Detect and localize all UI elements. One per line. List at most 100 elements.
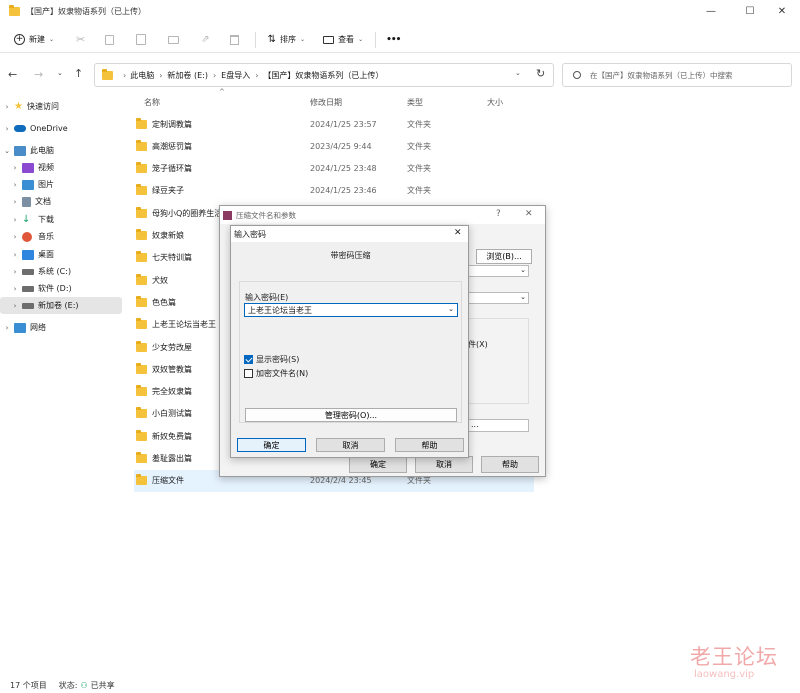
paste-icon[interactable]	[136, 34, 147, 45]
archive-cancel-button[interactable]: 取消	[415, 456, 473, 473]
column-size[interactable]: 大小	[487, 97, 547, 108]
folder-icon	[136, 139, 147, 151]
archive-name-combo[interactable]: ⌄	[468, 265, 529, 277]
forward-arrow-icon[interactable]: →	[34, 68, 43, 81]
navigation-row: ← → ⌄ ↑ › 此电脑 › 新加卷 (E:) › E盘导入 › 【国产】奴隶…	[0, 62, 800, 88]
encrypt-names-checkbox[interactable]: 加密文件名(N)	[244, 368, 308, 379]
expand-arrow-icon[interactable]: ›	[8, 268, 22, 276]
refresh-icon[interactable]: ↻	[536, 67, 545, 80]
minimize-button[interactable]: —	[689, 0, 733, 22]
password-help-button[interactable]: 帮助	[395, 438, 464, 452]
dots-field[interactable]: ...	[468, 419, 529, 432]
archive-help-button[interactable]: 帮助	[481, 456, 539, 473]
expand-arrow-icon[interactable]: ›	[8, 181, 22, 189]
sidebar-item-label: 下载	[38, 215, 54, 224]
manage-passwords-button[interactable]: 管理密码(O)...	[245, 408, 457, 422]
collapse-arrow-icon[interactable]: ⌄	[0, 147, 14, 155]
sidebar-item-downloads[interactable]: › ↓ 下载	[0, 211, 122, 228]
download-icon: ↓	[22, 214, 31, 225]
sort-icon: ⇅	[267, 34, 277, 45]
expand-arrow-icon[interactable]: ›	[8, 216, 22, 224]
sidebar-item-drive-d[interactable]: › 软件 (D:)	[0, 280, 122, 297]
address-dropdown-icon[interactable]: ⌄	[515, 69, 521, 77]
expand-arrow-icon[interactable]: ›	[8, 285, 22, 293]
folder-icon	[136, 295, 147, 307]
file-row[interactable]: 绿豆夹子 2024/1/25 23:46 文件夹	[134, 180, 534, 202]
password-cancel-button[interactable]: 取消	[316, 438, 385, 452]
breadcrumb-import[interactable]: E盘导入	[221, 70, 250, 81]
sidebar-item-drive-c[interactable]: › 系统 (C:)	[0, 263, 122, 280]
search-box[interactable]: 在【国产】奴隶物语系列（已上传）中搜索	[562, 63, 792, 87]
folder-icon	[136, 229, 147, 240]
sidebar-item-music[interactable]: › 音乐	[0, 228, 122, 245]
breadcrumb-drive-e[interactable]: 新加卷 (E:)	[167, 70, 208, 81]
sidebar-item-onedrive[interactable]: › OneDrive	[0, 120, 122, 137]
file-row[interactable]: 笼子循环篇 2024/1/25 23:48 文件夹	[134, 158, 534, 180]
back-arrow-icon[interactable]: ←	[8, 68, 17, 81]
column-name[interactable]: 名称	[134, 97, 310, 108]
folder-icon	[136, 318, 147, 330]
expand-arrow-icon[interactable]: ›	[0, 324, 14, 332]
expand-arrow-icon[interactable]: ›	[8, 164, 22, 172]
file-type: 文件夹	[407, 141, 431, 151]
file-date: 2023/4/25 9:44	[310, 141, 372, 151]
copy-icon[interactable]	[105, 34, 115, 45]
close-button[interactable]: ✕	[760, 0, 800, 22]
rename-icon[interactable]	[168, 35, 180, 44]
show-password-checkbox[interactable]: 显示密码(S)	[244, 354, 299, 365]
column-type[interactable]: 类型	[407, 97, 487, 108]
column-headers: 名称 修改日期 类型 大小	[134, 93, 654, 111]
sidebar-item-desktop[interactable]: › 桌面	[0, 246, 122, 263]
address-bar[interactable]: › 此电脑 › 新加卷 (E:) › E盘导入 › 【国产】奴隶物语系列（已上传…	[94, 63, 554, 87]
browse-button[interactable]: 浏览(B)...	[476, 249, 532, 264]
status-label: 状态:	[58, 680, 78, 690]
password-field-label: 输入密码(E)	[245, 293, 289, 302]
file-row[interactable]: 定制调教篇 2024/1/25 23:57 文件夹	[134, 113, 534, 135]
sidebar-item-network[interactable]: › 网络	[0, 319, 122, 336]
breadcrumb-current[interactable]: 【国产】奴隶物语系列（已上传）	[263, 70, 383, 81]
sidebar-item-label: 网络	[30, 323, 46, 332]
file-name: 奴隶新娘	[152, 231, 184, 240]
expand-arrow-icon[interactable]: ›	[8, 233, 22, 241]
drive-icon	[22, 285, 34, 292]
sidebar-item-drive-e[interactable]: › 新加卷 (E:)	[0, 297, 122, 314]
sidebar-item-this-pc[interactable]: ⌄ 此电脑	[0, 142, 122, 159]
share-icon[interactable]: ⇗	[201, 34, 209, 45]
new-button[interactable]: + 新建 ⌄	[14, 34, 54, 45]
file-row[interactable]: 高潮惩罚篇 2023/4/25 9:44 文件夹	[134, 135, 534, 157]
more-icon[interactable]: •••	[386, 35, 401, 45]
expand-arrow-icon[interactable]: ›	[8, 198, 22, 206]
folder-icon	[136, 206, 147, 218]
password-input[interactable]: 上老王论坛当老王 ⌄	[244, 303, 458, 317]
sidebar-item-quick-access[interactable]: › ★ 快速访问	[0, 98, 122, 115]
recent-chevron-icon[interactable]: ⌄	[57, 69, 63, 77]
expand-arrow-icon[interactable]: ›	[8, 302, 22, 310]
sidebar-item-videos[interactable]: › 视频	[0, 159, 122, 176]
search-input[interactable]: 在【国产】奴隶物语系列（已上传）中搜索	[590, 70, 733, 81]
password-ok-button[interactable]: 确定	[237, 438, 306, 452]
delete-icon[interactable]	[229, 34, 239, 45]
file-date: 2024/1/25 23:48	[310, 164, 377, 174]
shared-status: 已共享	[90, 680, 115, 690]
expand-arrow-icon[interactable]: ›	[0, 125, 14, 133]
file-name: 双奴管教篇	[152, 364, 192, 374]
archive-ok-button[interactable]: 确定	[349, 456, 407, 473]
help-icon[interactable]: ?	[496, 209, 501, 219]
column-date[interactable]: 修改日期	[310, 97, 407, 108]
format-combo[interactable]: ⌄	[468, 292, 529, 304]
sidebar-item-documents[interactable]: › 文档	[0, 193, 122, 210]
search-icon	[573, 71, 581, 79]
sort-button[interactable]: ⇅ 排序 ⌄	[268, 34, 305, 45]
expand-arrow-icon[interactable]: ›	[0, 103, 14, 111]
expand-arrow-icon[interactable]: ›	[8, 251, 22, 259]
file-option-label: 件(X)	[468, 340, 488, 349]
breadcrumb-this-pc[interactable]: 此电脑	[130, 70, 154, 81]
separator	[375, 31, 377, 48]
up-arrow-icon[interactable]: ↑	[74, 67, 83, 80]
sidebar-item-pictures[interactable]: › 图片	[0, 176, 122, 193]
view-button[interactable]: 查看 ⌄	[323, 34, 363, 45]
item-count: 17 个项目	[10, 680, 47, 690]
archive-close-icon[interactable]: ✕	[525, 209, 533, 219]
cut-icon[interactable]: ✂	[76, 33, 85, 46]
password-close-icon[interactable]: ✕	[454, 228, 462, 238]
